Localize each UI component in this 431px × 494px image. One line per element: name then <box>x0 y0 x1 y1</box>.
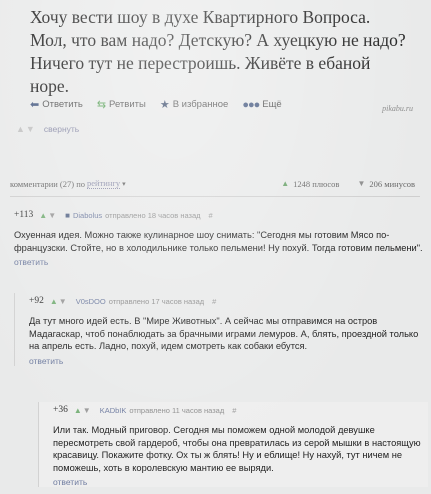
minuses-stat: ▼ 206 минусов <box>357 179 415 189</box>
comment: +113 ▲▼ ■ Diabolus отправлено 18 часов н… <box>14 207 424 267</box>
more-action[interactable]: ●●● Ещё <box>242 99 281 111</box>
star-icon: ★ <box>159 99 170 111</box>
comment-permalink[interactable]: # <box>232 406 236 415</box>
post-text: Хочу вести шоу в духе Квартирного Вопрос… <box>30 7 406 96</box>
collapse-link[interactable]: свернуть <box>44 124 79 134</box>
comment-text: Да тут много идей есть. В "Мире Животных… <box>29 316 419 351</box>
retweets-label: Ретвиты <box>109 99 146 110</box>
user-flag-icon: ■ <box>65 210 70 220</box>
comment-permalink[interactable]: # <box>209 211 213 220</box>
reply-arrow-icon: ⬅ <box>30 99 40 111</box>
post-actions: ⬅ Ответить ⇆ Ретвиты ★ В избранное ●●● Е… <box>30 98 420 112</box>
vote-arrows-icon[interactable]: ▲▼ <box>50 297 68 306</box>
rating-stats: ▲ 1248 плюсов ▼ 206 минусов <box>263 179 415 189</box>
reply-action[interactable]: ⬅ Ответить <box>30 98 83 111</box>
comment-score: +113 <box>14 210 34 220</box>
vote-arrows-icon[interactable]: ▲▼ <box>74 406 92 415</box>
comment: +92 ▲▼ V0sDOO отправлено 17 часов назад … <box>14 293 424 366</box>
comment-header: +92 ▲▼ V0sDOO отправлено 17 часов назад … <box>29 293 424 309</box>
comment: +36 ▲▼ KADbIK отправлено 11 часов назад … <box>38 402 428 487</box>
comment-header: +113 ▲▼ ■ Diabolus отправлено 18 часов н… <box>14 207 424 223</box>
more-label: Ещё <box>262 99 282 110</box>
comment-text: Охуенная идея. Можно также кулинарное шо… <box>14 229 424 254</box>
comment-author[interactable]: KADbIK <box>100 406 127 415</box>
comment-author[interactable]: V0sDOO <box>76 297 106 306</box>
sort-select[interactable]: рейтингу <box>87 178 121 189</box>
comments-count-label: комментарии (27) по <box>10 178 86 189</box>
favorite-action[interactable]: ★ В избранное <box>160 98 228 111</box>
chevron-down-icon[interactable]: ▾ <box>122 180 126 188</box>
up-arrow-icon: ▲ <box>281 179 290 188</box>
comment-time: отправлено 11 часов назад <box>129 405 225 415</box>
minuses-count: 206 минусов <box>369 178 415 189</box>
comment-score: +92 <box>29 296 44 306</box>
reply-label: Ответить <box>42 99 83 110</box>
more-dots-icon: ●●● <box>242 98 260 111</box>
comment-text: Или так. Модный приговор. Сегодня мы пом… <box>53 425 421 473</box>
comment-header: +36 ▲▼ KADbIK отправлено 11 часов назад … <box>53 402 428 418</box>
comment-reply-link[interactable]: ответить <box>14 257 424 267</box>
comment-reply-link[interactable]: ответить <box>53 477 428 487</box>
retweets-action[interactable]: ⇆ Ретвиты <box>97 98 146 111</box>
divider <box>10 196 420 197</box>
comment-reply-link[interactable]: ответить <box>29 356 424 366</box>
favorite-label: В избранное <box>172 99 229 110</box>
vote-arrows-icon[interactable]: ▲▼ <box>16 124 36 134</box>
comment-time: отправлено 18 часов назад <box>105 210 201 220</box>
comment-permalink[interactable]: # <box>212 297 216 306</box>
pluses-stat: ▲ 1248 плюсов <box>281 179 339 189</box>
comment-time: отправлено 17 часов назад <box>108 296 205 306</box>
comment-author[interactable]: Diabolus <box>73 211 102 220</box>
comments-header: комментарии (27) по рейтингу ▾ ▲ 1248 пл… <box>10 178 415 189</box>
retweet-icon: ⇆ <box>96 99 107 111</box>
pluses-count: 1248 плюсов <box>293 178 340 189</box>
post-vote-row: ▲▼ свернуть <box>16 124 79 134</box>
comment-score: +36 <box>53 405 68 415</box>
down-arrow-icon: ▼ <box>357 179 366 188</box>
watermark: pikabu.ru <box>382 104 413 113</box>
vote-arrows-icon[interactable]: ▲▼ <box>39 211 57 220</box>
